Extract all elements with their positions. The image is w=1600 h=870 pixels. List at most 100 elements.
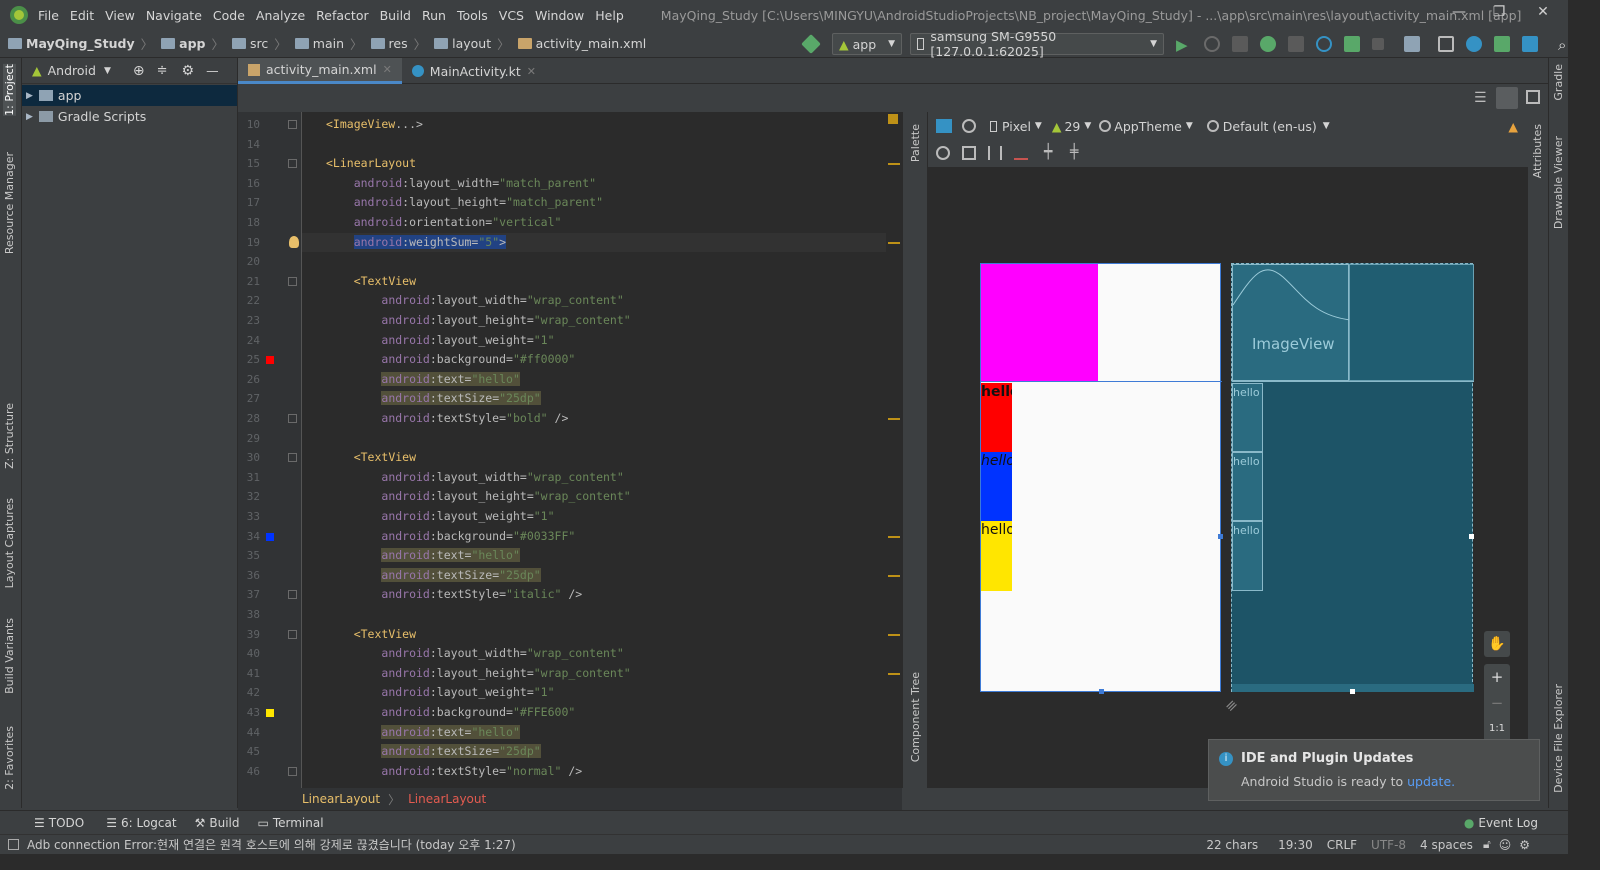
- xml-breadcrumb-item[interactable]: LinearLayout: [302, 792, 380, 806]
- resize-handle-icon[interactable]: [1350, 689, 1355, 694]
- stop-icon[interactable]: [1372, 38, 1384, 50]
- gear-icon[interactable]: ⚙: [182, 63, 195, 79]
- code-line[interactable]: android:weightSum="5">: [326, 233, 507, 253]
- close-tab-icon[interactable]: ✕: [383, 63, 392, 76]
- image-view-preview[interactable]: [981, 264, 1098, 381]
- blueprint-textview-1[interactable]: hello: [1232, 383, 1263, 452]
- fold-marker-icon[interactable]: [288, 629, 297, 639]
- tool-tab-device-file-explorer[interactable]: Device File Explorer: [1552, 684, 1565, 793]
- code-line[interactable]: android:textStyle="italic" />: [326, 585, 582, 605]
- editor-error-stripe[interactable]: [886, 112, 902, 788]
- code-line[interactable]: android:layout_width="wrap_content": [326, 468, 623, 488]
- tool-build[interactable]: Build: [209, 816, 239, 830]
- breadcrumb-src[interactable]: src 〉: [232, 34, 287, 53]
- split-view-icon[interactable]: [1496, 87, 1518, 109]
- resize-handle-icon[interactable]: [1218, 534, 1223, 539]
- apply-changes-icon[interactable]: [1204, 36, 1220, 52]
- breadcrumb-res[interactable]: res 〉: [370, 34, 426, 53]
- menu-analyze[interactable]: Analyze: [256, 8, 305, 23]
- chevron-down-icon[interactable]: ▼: [1084, 121, 1091, 131]
- debug-icon[interactable]: [1260, 36, 1276, 52]
- tool-tab-resource-manager[interactable]: Resource Manager: [3, 152, 16, 254]
- sync-gradle-icon[interactable]: [1466, 36, 1482, 52]
- event-notifications-icon[interactable]: ⚙: [1519, 838, 1530, 852]
- locate-icon[interactable]: ⊕: [133, 63, 145, 79]
- collapse-all-icon[interactable]: ≑: [157, 63, 168, 78]
- chevron-down-icon[interactable]: ▼: [104, 66, 111, 76]
- close-tab-icon[interactable]: ✕: [527, 65, 536, 78]
- lock-icon[interactable]: 🔓︎: [1483, 837, 1491, 852]
- warning-stripe-mark[interactable]: [888, 535, 900, 538]
- run-config-dropdown[interactable]: ▲ app ▼: [832, 33, 902, 55]
- blueprint-icon[interactable]: [962, 146, 976, 160]
- warning-stripe-mark[interactable]: [888, 574, 900, 577]
- tool-terminal[interactable]: Terminal: [273, 816, 324, 830]
- zoom-in-icon[interactable]: +: [1484, 664, 1510, 690]
- fold-marker-icon[interactable]: [288, 590, 297, 600]
- code-line[interactable]: android:layout_weight="1": [326, 683, 554, 703]
- notification-balloon[interactable]: i IDE and Plugin Updates Android Studio …: [1208, 739, 1540, 801]
- code-line[interactable]: android:textStyle="normal" />: [326, 762, 582, 782]
- tool-todo[interactable]: TODO: [49, 816, 84, 830]
- tool-tab-project[interactable]: 1: Project: [3, 64, 16, 116]
- menu-build[interactable]: Build: [380, 8, 411, 23]
- tool-logcat[interactable]: 6: Logcat: [121, 816, 177, 830]
- status-line-separator[interactable]: CRLF: [1327, 838, 1357, 852]
- code-line[interactable]: android:background="#FFE600": [326, 703, 575, 723]
- code-line[interactable]: android:layout_width="match_parent": [326, 174, 596, 194]
- code-line[interactable]: android:text="hello": [326, 370, 520, 390]
- status-encoding[interactable]: UTF-8: [1371, 838, 1406, 852]
- fold-marker-icon[interactable]: [288, 159, 297, 169]
- code-line[interactable]: android:layout_height="wrap_content": [326, 487, 630, 507]
- pack-vertical-icon[interactable]: ╪: [1070, 144, 1078, 160]
- design-preview[interactable]: hello hello hello: [980, 263, 1223, 694]
- blueprint-preview[interactable]: ImageView hello hello hello: [1231, 263, 1474, 694]
- warning-stripe-mark[interactable]: [888, 672, 900, 675]
- update-link[interactable]: update.: [1407, 774, 1455, 789]
- code-line[interactable]: android:text="hello": [326, 723, 520, 743]
- blueprint-textview-2[interactable]: hello: [1232, 452, 1263, 521]
- code-line[interactable]: android:textSize="25dp": [326, 742, 541, 762]
- project-structure-icon[interactable]: [1404, 36, 1420, 52]
- toggle-tool-buttons-icon[interactable]: [8, 839, 19, 850]
- resize-handle-icon[interactable]: [1099, 689, 1104, 694]
- build-hammer-icon[interactable]: [801, 34, 821, 54]
- chevron-down-icon[interactable]: ▼: [1323, 121, 1330, 131]
- restore-icon[interactable]: ❐: [1488, 4, 1510, 26]
- menu-tools[interactable]: Tools: [457, 8, 488, 23]
- design-view-icon[interactable]: [1526, 90, 1540, 104]
- menu-window[interactable]: Window: [535, 8, 584, 23]
- hide-panel-icon[interactable]: —: [206, 63, 219, 78]
- theme-dropdown[interactable]: AppTheme: [1114, 119, 1182, 134]
- menu-run[interactable]: Run: [422, 8, 446, 23]
- orientation-icon[interactable]: [962, 119, 976, 133]
- code-line[interactable]: android:background="#ff0000": [326, 350, 575, 370]
- pack-horizontal-icon[interactable]: ┿: [1044, 144, 1052, 160]
- device-dropdown-design[interactable]: Pixel: [1002, 119, 1031, 134]
- code-line[interactable]: android:layout_height="wrap_content": [326, 311, 630, 331]
- eye-icon[interactable]: [936, 146, 950, 160]
- tool-tab-layout-captures[interactable]: Layout Captures: [3, 498, 16, 588]
- code-line[interactable]: android:layout_weight="1": [326, 331, 554, 351]
- tool-tab-drawable-viewer[interactable]: Drawable Viewer: [1552, 136, 1565, 229]
- breadcrumb-project[interactable]: MayQing_Study 〉: [8, 34, 153, 53]
- code-line[interactable]: android:text="hello": [326, 546, 520, 566]
- attach-debugger-icon[interactable]: [1288, 36, 1304, 52]
- color-swatch-icon[interactable]: [266, 532, 274, 541]
- run-icon[interactable]: ▶: [1176, 36, 1192, 54]
- tool-tab-palette[interactable]: Palette: [909, 124, 922, 162]
- code-line[interactable]: android:background="#0033FF": [326, 527, 575, 547]
- menu-code[interactable]: Code: [213, 8, 245, 23]
- expand-arrow-icon[interactable]: ▶: [26, 91, 33, 101]
- code-view-icon[interactable]: ☰: [1474, 90, 1487, 106]
- tool-tab-component-tree[interactable]: Component Tree: [909, 672, 922, 762]
- warning-stripe-mark[interactable]: [888, 418, 900, 420]
- tool-tab-gradle[interactable]: Gradle: [1552, 64, 1565, 101]
- tool-tab-favorites[interactable]: 2: Favorites: [3, 726, 16, 790]
- status-message[interactable]: Adb connection Error:현재 연결은 원격 호스트에 의해 강…: [27, 836, 516, 853]
- apply-code-changes-icon[interactable]: [1232, 36, 1248, 52]
- profile-icon[interactable]: [1316, 36, 1332, 52]
- autoconnect-icon[interactable]: [988, 146, 1002, 160]
- code-line[interactable]: <TextView: [326, 272, 416, 292]
- avd-manager-icon[interactable]: [1438, 36, 1454, 52]
